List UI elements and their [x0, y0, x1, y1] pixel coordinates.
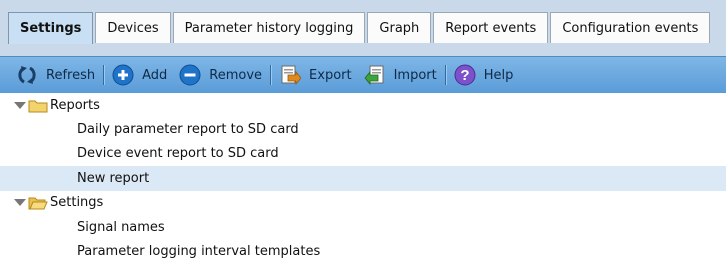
export-icon [279, 64, 302, 86]
tree-item[interactable]: Parameter logging interval templates [0, 239, 726, 263]
tree-item-label: Parameter logging interval templates [77, 244, 321, 260]
import-label: Import [393, 67, 437, 83]
refresh-label: Refresh [46, 67, 96, 83]
tab-settings[interactable]: Settings [8, 12, 94, 44]
tree-item-label: Daily parameter report to SD card [77, 122, 299, 138]
import-button[interactable]: Import [364, 57, 437, 93]
tab-devices[interactable]: Devices [95, 12, 171, 43]
tree-item[interactable]: Device event report to SD card [0, 142, 726, 166]
tab-report-events[interactable]: Report events [433, 12, 549, 43]
tab-graph[interactable]: Graph [367, 12, 432, 43]
refresh-icon [16, 64, 38, 86]
settings-tree: Reports Daily parameter report to SD car… [0, 93, 726, 264]
tree-item[interactable]: Daily parameter report to SD card [0, 117, 726, 141]
export-label: Export [309, 67, 352, 83]
tree-folder-label: Reports [50, 97, 100, 113]
folder-icon [28, 98, 48, 113]
tree-folder-reports[interactable]: Reports [0, 93, 726, 117]
expand-caret-icon[interactable] [14, 101, 26, 109]
help-label: Help [483, 67, 514, 83]
import-icon [364, 64, 386, 86]
tree-item-label: New report [77, 170, 150, 186]
tab-configuration-events[interactable]: Configuration events [550, 12, 711, 43]
help-icon: ? [454, 64, 476, 86]
remove-icon [179, 64, 201, 86]
remove-label: Remove [209, 67, 263, 83]
add-icon [112, 64, 134, 86]
add-button[interactable]: Add [112, 57, 167, 93]
toolbar-separator [270, 65, 272, 85]
add-label: Add [142, 67, 168, 83]
tree-item-label: Signal names [77, 219, 165, 235]
expand-caret-icon[interactable] [14, 199, 26, 207]
toolbar-separator [444, 65, 446, 85]
svg-text:?: ? [460, 67, 469, 84]
export-button[interactable]: Export [279, 57, 352, 93]
remove-button[interactable]: Remove [179, 57, 262, 93]
folder-open-icon [28, 195, 48, 210]
tree-item-label: Device event report to SD card [77, 146, 279, 162]
refresh-button[interactable]: Refresh [16, 57, 95, 93]
tree-item[interactable]: Signal names [0, 215, 726, 239]
tree-folder-label: Settings [50, 195, 104, 211]
toolbar: Refresh Add Remove Export Import ? Help [0, 56, 726, 93]
tab-bar: Settings Devices Parameter history loggi… [8, 12, 712, 44]
help-button[interactable]: ? Help [454, 57, 514, 93]
toolbar-separator [103, 65, 105, 85]
tree-folder-settings[interactable]: Settings [0, 191, 726, 215]
tab-parameter-history-logging[interactable]: Parameter history logging [172, 12, 366, 43]
tree-item-selected[interactable]: New report [0, 166, 726, 191]
